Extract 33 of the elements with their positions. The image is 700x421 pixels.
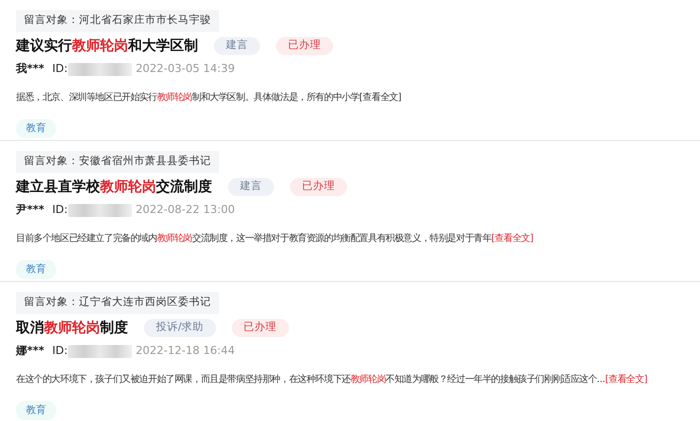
author-name: 我*** [16, 60, 44, 77]
timestamp: 2022-03-05 14:39 [136, 60, 235, 77]
author-name: 娜*** [16, 342, 44, 359]
recipient-label: 留言对象：河北省石家庄市市长马宇骏 [16, 10, 219, 32]
recipient-label: 留言对象：辽宁省大连市西岗区委书记 [16, 292, 219, 314]
blurred-id [68, 344, 132, 358]
message-excerpt: 在这个的大环境下，孩子们又被迫开始了网课，而且是带病坚持那种，在这种环境下还教师轮岗不知道为哪般？经过一年半的接触孩子们刚刚适应这个...[查看全文] [16, 373, 648, 388]
blurred-id [68, 62, 132, 76]
message-excerpt: 目前多个地区已经建立了完备的域内教师轮岗交流制度，这一举措对于教育资源的均衡配置具有积极意义，特别是对于青年[查看全文] [16, 232, 534, 246]
message-title[interactable]: 建立县直学校教师轮岗交流制度 [16, 176, 212, 198]
message-title[interactable]: 建议实行教师轮岗和大学区制 [16, 36, 198, 57]
timestamp: 2022-12-18 16:44 [136, 342, 235, 359]
topic-tag: 教育 [16, 119, 56, 138]
category-tag: 建言 [228, 178, 274, 196]
recipient-label: 留言对象：安徽省宿州市萧县县委书记 [16, 151, 219, 173]
status-tag: 已办理 [290, 178, 347, 196]
category-tag: 建言 [214, 37, 260, 56]
message-title[interactable]: 取消教师轮岗制度 [16, 318, 128, 339]
read-more-link[interactable]: [查看全文] [605, 374, 648, 386]
author-name: 尹*** [16, 202, 44, 218]
category-tag: 投诉/求助 [144, 319, 216, 338]
topic-tag: 教育 [16, 401, 56, 420]
topic-tag: 教育 [16, 260, 56, 280]
id-label: ID: [52, 342, 68, 359]
id-label: ID: [52, 202, 68, 218]
read-more-link[interactable]: [查看全文] [491, 233, 534, 244]
message-excerpt: 据悉，北京、深圳等地区已开始实行教师轮岗制和大学区制。具体做法是，所有的中小学[查看全文] [16, 91, 402, 106]
timestamp: 2022-08-22 13:00 [136, 202, 235, 218]
status-tag: 已办理 [232, 319, 289, 338]
id-label: ID: [52, 60, 68, 77]
read-more-link[interactable]: [查看全文] [359, 92, 402, 104]
status-tag: 已办理 [276, 37, 333, 56]
blurred-id [68, 204, 132, 216]
